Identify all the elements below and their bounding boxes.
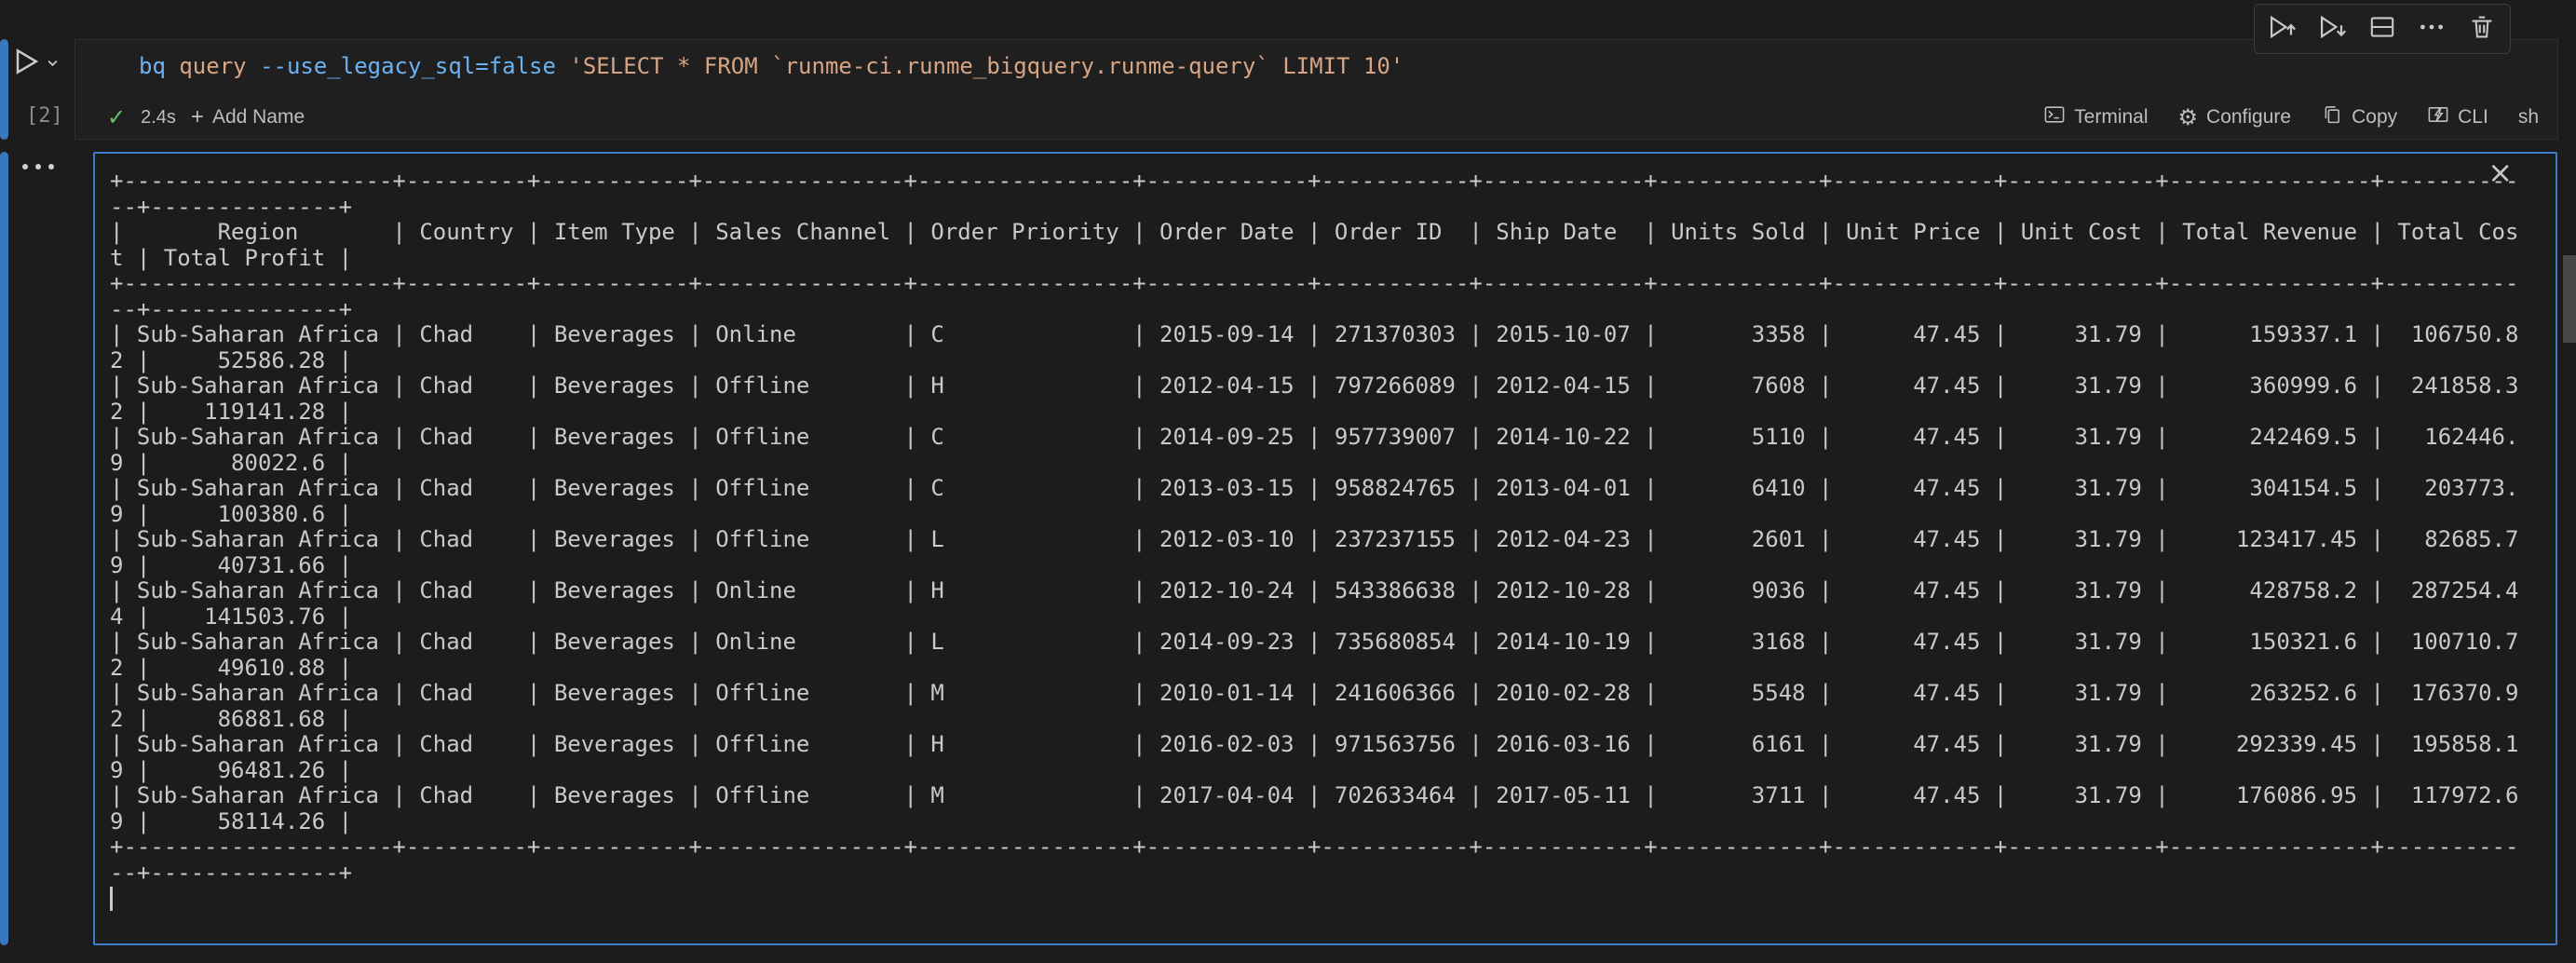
add-name-button[interactable]: + Add Name: [191, 106, 305, 129]
trash-icon: [2467, 12, 2497, 47]
run-cell-button[interactable]: [9, 45, 59, 83]
terminal-button[interactable]: Terminal: [2043, 103, 2148, 131]
split-cell-button[interactable]: [2361, 7, 2404, 50]
terminal-cursor: [110, 887, 113, 911]
terminal-icon: [2043, 103, 2066, 131]
dot-icon: [22, 164, 28, 170]
split-cell-icon: [2367, 12, 2397, 47]
cli-button[interactable]: CLI: [2427, 103, 2488, 131]
run-options-chevron-icon[interactable]: [47, 56, 59, 73]
success-check-icon: ✓: [107, 104, 126, 131]
cell-focus-bar: [0, 39, 8, 140]
configure-label: Configure: [2206, 106, 2291, 129]
execution-count: [2]: [26, 104, 63, 128]
execute-below-button[interactable]: [2312, 7, 2354, 50]
scrollbar-thumb[interactable]: [2563, 255, 2576, 343]
output-menu-button[interactable]: [22, 164, 54, 170]
dot-icon: [48, 164, 54, 170]
cli-label: CLI: [2458, 106, 2488, 129]
notebook-cell: [2] bq query --use_legacy_sql=false 'SEL…: [0, 0, 2576, 963]
configure-button[interactable]: ⚙ Configure: [2178, 106, 2292, 129]
output-focus-bar: [0, 152, 8, 945]
add-name-label: Add Name: [212, 106, 305, 129]
terminal-output[interactable]: × +--------------------+---------+------…: [93, 152, 2557, 945]
terminal-lines: +--------------------+---------+--------…: [95, 154, 2556, 912]
play-icon: [9, 45, 43, 83]
execute-above-button[interactable]: [2261, 7, 2304, 50]
plus-icon: +: [191, 106, 204, 129]
cell-status-bar: ✓ 2.4s + Add Name Terminal ⚙ Configure: [75, 98, 2557, 137]
cell-toolbar: [2254, 4, 2511, 54]
dot-icon: [35, 164, 41, 170]
close-output-button[interactable]: ×: [2488, 157, 2513, 187]
ellipsis-icon: [2417, 12, 2447, 47]
language-picker[interactable]: sh: [2518, 106, 2539, 129]
more-actions-button[interactable]: [2410, 7, 2453, 50]
copy-label: Copy: [2352, 106, 2397, 129]
delete-cell-button[interactable]: [2461, 7, 2503, 50]
status-left: ✓ 2.4s + Add Name: [107, 104, 305, 131]
language-label: sh: [2518, 106, 2539, 129]
command-line[interactable]: bq query --use_legacy_sql=false 'SELECT …: [75, 40, 2557, 79]
copy-icon: [2321, 103, 2343, 131]
close-icon: ×: [2488, 155, 2513, 190]
copy-button[interactable]: Copy: [2321, 103, 2397, 131]
terminal-label: Terminal: [2074, 106, 2148, 129]
run-below-icon: [2317, 11, 2349, 47]
gear-icon: ⚙: [2178, 106, 2199, 129]
cli-icon: [2427, 103, 2449, 131]
execution-duration: 2.4s: [141, 107, 176, 129]
code-cell[interactable]: bq query --use_legacy_sql=false 'SELECT …: [75, 39, 2558, 140]
run-above-icon: [2267, 11, 2298, 47]
status-right: Terminal ⚙ Configure Copy CLI: [2043, 103, 2539, 131]
